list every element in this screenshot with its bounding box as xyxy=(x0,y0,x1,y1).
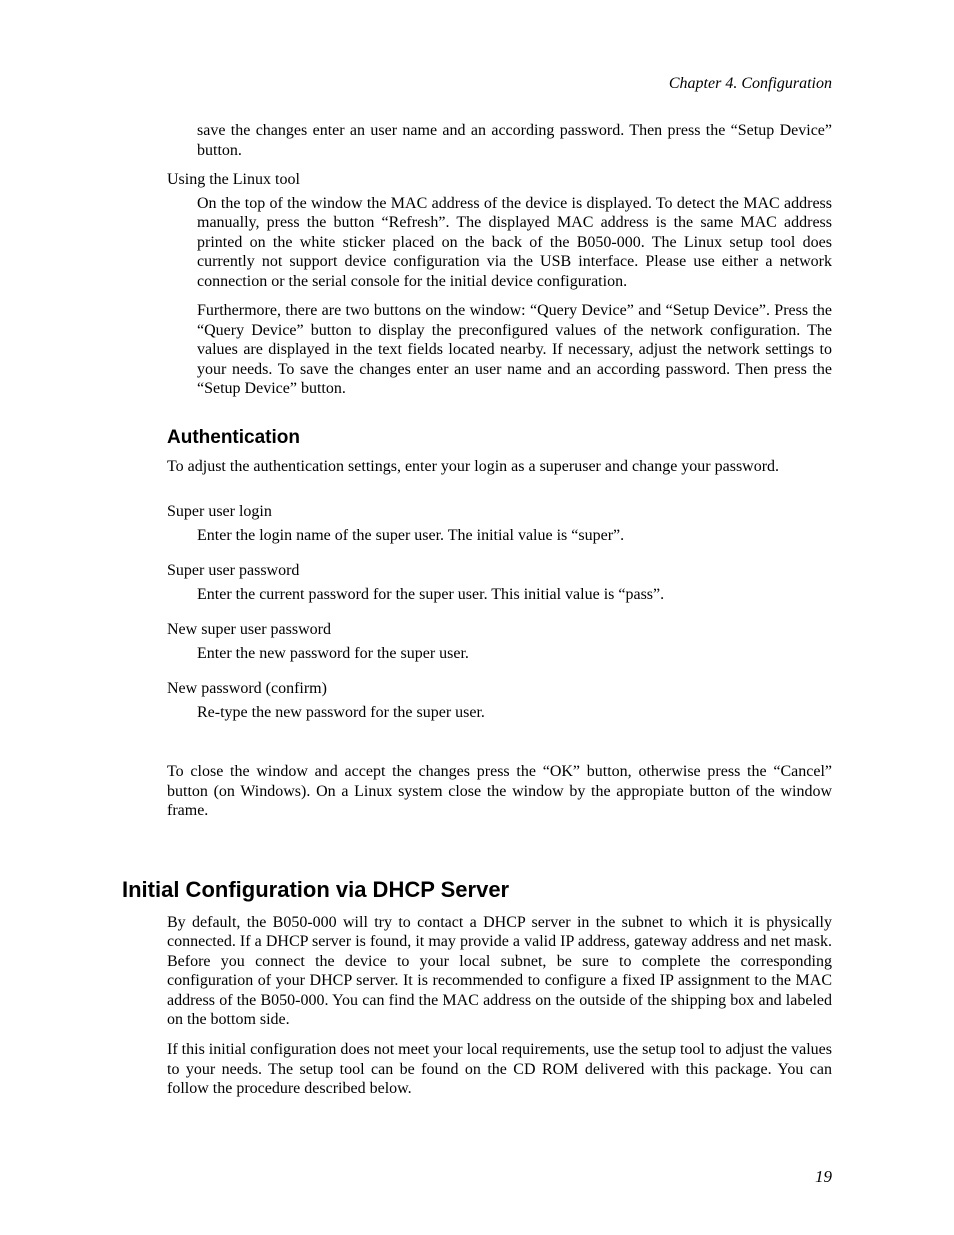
linux-p2: Furthermore, there are two buttons on th… xyxy=(197,301,832,399)
term-using-linux: Using the Linux tool xyxy=(167,170,832,190)
auth-desc-0: Enter the login name of the super user. … xyxy=(197,526,832,546)
linux-p1: On the top of the window the MAC address… xyxy=(197,194,832,292)
auth-desc-2: Enter the new password for the super use… xyxy=(197,644,832,664)
heading-authentication: Authentication xyxy=(167,427,832,449)
desc-block-0: Enter the login name of the super user. … xyxy=(197,526,832,546)
term-block-3: New password (confirm) xyxy=(167,679,832,699)
running-header: Chapter 4. Configuration xyxy=(122,75,832,93)
auth-term-3: New password (confirm) xyxy=(167,679,832,699)
dhcp-body: By default, the B050-000 will try to con… xyxy=(167,913,832,1099)
desc-block-3: Re-type the new password for the super u… xyxy=(197,703,832,723)
dhcp-p2: If this initial configuration does not m… xyxy=(167,1040,832,1099)
auth-close: To close the window and accept the chang… xyxy=(167,762,832,821)
auth-desc-3: Re-type the new password for the super u… xyxy=(197,703,832,723)
auth-term-1: Super user password xyxy=(167,561,832,581)
auth-term-2: New super user password xyxy=(167,620,832,640)
term-block-1: Super user password xyxy=(167,561,832,581)
heading-dhcp: Initial Configuration via DHCP Server xyxy=(122,877,832,903)
linux-term: Using the Linux tool xyxy=(167,170,832,190)
auth-intro: To adjust the authentication settings, e… xyxy=(167,457,832,477)
auth-close-block: To close the window and accept the chang… xyxy=(167,762,832,821)
desc-block-1: Enter the current password for the super… xyxy=(197,585,832,605)
continuation-block: save the changes enter an user name and … xyxy=(197,121,832,160)
desc-block-2: Enter the new password for the super use… xyxy=(197,644,832,664)
linux-desc: On the top of the window the MAC address… xyxy=(197,194,832,399)
auth-term-0: Super user login xyxy=(167,502,832,522)
auth-intro-block: To adjust the authentication settings, e… xyxy=(167,457,832,477)
term-block-2: New super user password xyxy=(167,620,832,640)
auth-desc-1: Enter the current password for the super… xyxy=(197,585,832,605)
page: Chapter 4. Configuration save the change… xyxy=(0,0,954,1235)
dhcp-p1: By default, the B050-000 will try to con… xyxy=(167,913,832,1030)
term-block-0: Super user login xyxy=(167,502,832,522)
page-number: 19 xyxy=(815,1167,832,1187)
continuation-text: save the changes enter an user name and … xyxy=(197,121,832,160)
